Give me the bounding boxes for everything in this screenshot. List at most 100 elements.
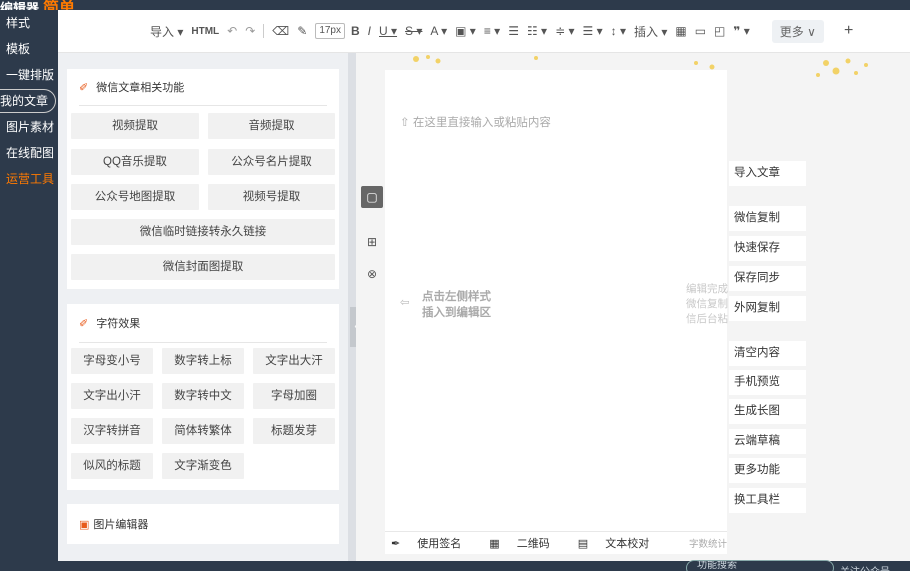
long-image-button[interactable]: 生成长图: [729, 399, 806, 424]
nav-item-ops-tools[interactable]: 运营工具: [0, 166, 58, 192]
nav-item-templates[interactable]: 模板: [0, 36, 58, 62]
left-nav: 样式 模板 一键排版 我的文章 图片素材 在线配图 运营工具: [0, 10, 58, 561]
gradient-text-button[interactable]: 文字渐变色: [162, 453, 244, 479]
clear-content-button[interactable]: 清空内容: [729, 341, 806, 366]
superscript-digits-button[interactable]: 数字转上标: [162, 348, 244, 374]
search-placeholder: 功能搜索: [697, 560, 737, 571]
account-map-extract-button[interactable]: 公众号地图提取: [71, 184, 199, 210]
sprout-title-button[interactable]: 标题发芽: [253, 418, 335, 444]
italic-icon[interactable]: I: [368, 24, 371, 38]
import-label: 导入: [150, 24, 175, 39]
small-sweat-button[interactable]: 文字出小汗: [71, 383, 153, 409]
more-label: 更多: [779, 24, 804, 39]
align-icon[interactable]: ≡ ▾: [484, 24, 500, 38]
pen-icon: ✐: [79, 317, 89, 330]
copy-hint-line: 微信复制: [686, 298, 728, 310]
image-icon[interactable]: ▭: [695, 24, 706, 38]
indent-icon[interactable]: ☷ ▾: [527, 24, 547, 38]
proofread-button[interactable]: ▤ 文本校对: [578, 535, 663, 551]
more-features-button[interactable]: 更多功能: [729, 458, 806, 483]
import-article-button[interactable]: 导入文章: [729, 161, 806, 186]
qrcode-button[interactable]: ▦ 二维码: [489, 535, 563, 551]
divider: [79, 342, 327, 343]
wechat-copy-button[interactable]: 微信复制: [729, 206, 806, 231]
proofread-label: 文本校对: [605, 538, 650, 550]
background-color-icon[interactable]: ▣ ▾: [455, 24, 476, 38]
editor-toolbar: 导入 ▾ HTML ↶ ↷ ⌫ ✎ 17px B I U ▾ S ▾ A ▾ ▣…: [58, 10, 910, 53]
close-circle-icon[interactable]: ⊗: [361, 263, 383, 285]
upload-arrow-icon: ⇧: [400, 117, 410, 129]
line-height-icon[interactable]: ↕ ▾: [611, 24, 626, 38]
save-sync-button[interactable]: 保存同步: [729, 266, 806, 291]
signature-button[interactable]: ✒ 使用签名: [391, 535, 475, 551]
format-painter-icon[interactable]: ✎: [297, 24, 307, 38]
temp-link-convert-button[interactable]: 微信临时链接转永久链接: [71, 219, 335, 245]
feature-search-input[interactable]: 功能搜索: [686, 560, 834, 571]
nav-item-image-library[interactable]: 图片素材: [0, 114, 58, 140]
import-button[interactable]: 导入 ▾: [150, 23, 183, 40]
chevron-down-icon: ∨: [807, 24, 816, 39]
cover-image-extract-button[interactable]: 微信封面图提取: [71, 254, 335, 280]
card-header: ✐ 微信文章相关功能: [67, 69, 339, 105]
nav-item-styles[interactable]: 样式: [0, 10, 58, 36]
cloud-drafts-button[interactable]: 云端草稿: [729, 429, 806, 454]
top-bar: 编辑器 简单: [0, 0, 910, 17]
paragraph-icon[interactable]: ☰ ▾: [583, 24, 603, 38]
wechat-tools-card: ✐ 微信文章相关功能 视频提取 音频提取 QQ音乐提取 公众号名片提取 公众号地…: [67, 69, 339, 289]
add-page-icon[interactable]: ⊞: [361, 231, 383, 253]
gallery-icon[interactable]: ◰: [714, 24, 725, 38]
editor-footer: ✒ 使用签名 ▦ 二维码 ▤ 文本校对 字数统计: [385, 531, 727, 554]
image-icon: ▣: [79, 518, 90, 531]
insert-menu[interactable]: 插入 ▾: [634, 23, 667, 40]
video-extract-button[interactable]: 视频提取: [71, 113, 199, 139]
more-button[interactable]: 更多 ∨: [771, 19, 824, 43]
underline-icon[interactable]: U ▾: [379, 24, 397, 38]
editor-hint: ⇦ 点击左侧样式 插入到编辑区: [400, 289, 491, 321]
spacing-icon[interactable]: ≑ ▾: [555, 24, 574, 38]
list-icon[interactable]: ☰: [508, 24, 519, 38]
nav-item-my-articles[interactable]: 我的文章: [0, 89, 56, 113]
circled-letters-button[interactable]: 字母加圈: [253, 383, 335, 409]
nav-item-auto-layout[interactable]: 一键排版: [0, 62, 58, 88]
audio-extract-button[interactable]: 音频提取: [208, 113, 335, 139]
external-copy-button[interactable]: 外网复制: [729, 296, 806, 321]
document-check-icon: ▤: [577, 538, 589, 550]
small-letters-button[interactable]: 字母变小号: [71, 348, 153, 374]
left-arrow-icon: ⇦: [400, 297, 410, 309]
card-header: ▣ 图片编辑器: [67, 504, 339, 544]
placeholder-text: 在这里直接输入或粘贴内容: [412, 117, 551, 129]
table-icon[interactable]: ▦: [675, 24, 686, 38]
follow-account-link[interactable]: 关注公众号: [840, 563, 890, 571]
document-icon[interactable]: ▢: [361, 186, 383, 208]
strikethrough-icon[interactable]: S ▾: [405, 24, 422, 38]
big-sweat-button[interactable]: 文字出大汗: [253, 348, 335, 374]
qq-music-extract-button[interactable]: QQ音乐提取: [71, 149, 199, 175]
font-size-select[interactable]: 17px: [315, 23, 345, 39]
quote-icon[interactable]: ❞ ▾: [733, 24, 749, 38]
pinyin-button[interactable]: 汉字转拼音: [71, 418, 153, 444]
copy-hint-line: 信后台粘: [686, 313, 728, 325]
channels-extract-button[interactable]: 视频号提取: [208, 184, 335, 210]
switch-toolbar-button[interactable]: 换工具栏: [729, 488, 806, 513]
digits-to-chinese-button[interactable]: 数字转中文: [162, 383, 244, 409]
bold-icon[interactable]: B: [351, 24, 360, 38]
nav-item-online-images[interactable]: 在线配图: [0, 140, 58, 166]
account-card-extract-button[interactable]: 公众号名片提取: [208, 149, 335, 175]
eraser-icon[interactable]: ⌫: [272, 24, 289, 38]
card-title: 微信文章相关功能: [96, 82, 185, 94]
card-title: 字符效果: [96, 318, 141, 330]
html-button[interactable]: HTML: [191, 26, 219, 37]
insert-label: 插入: [633, 24, 658, 39]
mobile-preview-button[interactable]: 手机预览: [729, 370, 806, 395]
quick-save-button[interactable]: 快速保存: [729, 236, 806, 261]
pen-icon: ✒: [391, 538, 401, 550]
font-color-icon[interactable]: A ▾: [430, 24, 447, 38]
redo-icon[interactable]: ↷: [245, 24, 255, 38]
pen-icon: ✐: [79, 81, 89, 94]
traditional-chinese-button[interactable]: 简体转繁体: [162, 418, 244, 444]
add-icon[interactable]: +: [844, 22, 853, 40]
undo-icon[interactable]: ↶: [227, 24, 237, 38]
image-editor-card[interactable]: ▣ 图片编辑器: [67, 504, 339, 544]
hint-line-2: 插入到编辑区: [422, 307, 491, 319]
wind-title-button[interactable]: 似风的标题: [71, 453, 153, 479]
